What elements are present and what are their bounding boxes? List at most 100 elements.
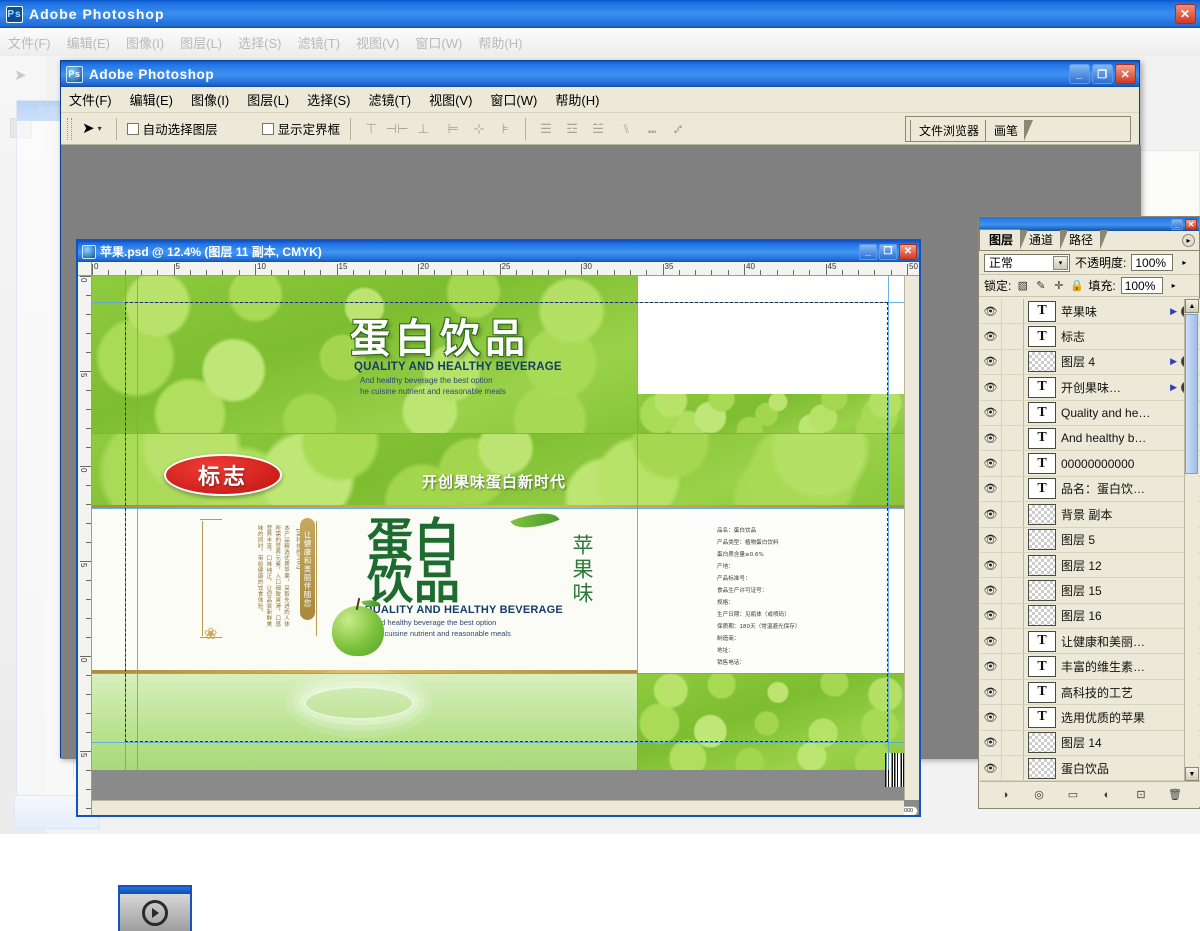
layer-visibility-toggle[interactable]: 👁 (980, 476, 1002, 502)
options-bar-grip[interactable] (67, 117, 72, 140)
layer-link-toggle[interactable] (1002, 324, 1024, 349)
layer-link-toggle[interactable] (1002, 552, 1024, 578)
opacity-slider-icon[interactable]: ▸ (1178, 254, 1191, 271)
distribute-left-edges-icon[interactable]: ⑊ (616, 119, 636, 138)
layer-visibility-toggle[interactable]: 👁 (980, 679, 1002, 705)
minimized-document-thumbnail[interactable] (118, 885, 192, 931)
guide-horizontal[interactable] (92, 673, 919, 674)
bg-menu-edit[interactable]: 编辑(E) (67, 33, 110, 52)
layer-row[interactable]: 👁蛋白饮品🔒 (980, 756, 1200, 781)
layer-link-toggle[interactable] (1002, 578, 1024, 603)
vertical-ruler[interactable]: 0 5 0 5 0 5 (78, 276, 92, 815)
lock-image-icon[interactable]: ✎ (1034, 279, 1047, 292)
lock-all-icon[interactable]: 🔒 (1070, 279, 1084, 292)
text-layer-icon[interactable]: T (1028, 427, 1056, 449)
doc-close-icon[interactable]: ✕ (899, 243, 917, 260)
checkbox-box[interactable] (126, 122, 139, 135)
adjustment-layer-icon[interactable]: ◐ (1099, 787, 1116, 803)
text-layer-icon[interactable]: T (1028, 326, 1056, 348)
menu-select[interactable]: 选择(S) (307, 90, 350, 109)
tab-layers[interactable]: 图层 (979, 229, 1029, 250)
lock-position-icon[interactable]: ✛ (1052, 279, 1065, 292)
checkbox-box[interactable] (261, 122, 274, 135)
opacity-input[interactable]: 100% (1131, 254, 1174, 271)
tab-brushes[interactable]: 画笔 (985, 119, 1034, 141)
menu-layer[interactable]: 图层(L) (247, 90, 289, 109)
layer-link-toggle[interactable] (1002, 603, 1024, 629)
menu-window[interactable]: 窗口(W) (490, 90, 537, 109)
layer-visibility-toggle[interactable]: 👁 (980, 603, 1002, 629)
align-bottom-edges-icon[interactable]: ⊥ (413, 119, 433, 138)
layer-visibility-toggle[interactable]: 👁 (980, 349, 1002, 375)
doc-minimize-icon[interactable]: _ (859, 243, 877, 260)
layer-row[interactable]: 👁 背景 副本 (980, 502, 1200, 528)
layer-link-toggle[interactable] (1002, 527, 1024, 552)
app-title-bar[interactable]: Ps Adobe Photoshop _ ❐ ✕ (61, 61, 1139, 87)
palette-menu-icon[interactable]: ▸ (1182, 234, 1195, 247)
palette-close-icon[interactable]: ✕ (1185, 218, 1197, 230)
close-icon[interactable]: ✕ (1115, 64, 1136, 84)
layer-row[interactable]: 👁图层 16🔒 (980, 603, 1200, 630)
scroll-up-icon[interactable]: ▲ (1185, 299, 1199, 313)
canvas-viewport[interactable]: 蛋白饮品 QUALITY AND HEALTHY BEVERAGE And he… (92, 276, 919, 815)
blend-mode-select[interactable]: 正常 ▾ (984, 253, 1070, 272)
text-layer-icon[interactable]: T (1028, 453, 1056, 475)
layer-thumbnail[interactable] (1028, 503, 1056, 525)
layer-visibility-toggle[interactable]: 👁 (980, 299, 1002, 324)
layer-visibility-toggle[interactable]: 👁 (980, 578, 1002, 603)
layer-link-toggle[interactable] (1002, 375, 1024, 400)
align-right-edges-icon[interactable]: ⊧ (495, 119, 515, 138)
layer-row[interactable]: 👁 图层 15 (980, 578, 1200, 604)
layer-visibility-toggle[interactable]: 👁 (980, 629, 1002, 654)
distribute-bottom-edges-icon[interactable]: ☱ (588, 119, 608, 138)
bg-menu-image[interactable]: 图像(I) (126, 33, 164, 52)
move-tool-button[interactable]: ➤ ▾ (78, 121, 106, 136)
auto-select-layer-checkbox[interactable]: 自动选择图层 (126, 119, 218, 138)
distribute-right-edges-icon[interactable]: ⑇ (668, 119, 688, 138)
chevron-down-icon[interactable]: ▾ (98, 124, 102, 133)
text-layer-icon[interactable]: T (1028, 706, 1056, 728)
layer-visibility-toggle[interactable]: 👁 (980, 400, 1002, 425)
layer-row[interactable]: 👁 T 丰富的维生素… (980, 654, 1200, 680)
layer-link-toggle[interactable] (1002, 299, 1024, 324)
fill-input[interactable]: 100% (1120, 277, 1163, 294)
layer-link-toggle[interactable] (1002, 654, 1024, 679)
layer-link-toggle[interactable] (1002, 451, 1024, 476)
distribute-vertical-centers-icon[interactable]: ☲ (562, 119, 582, 138)
layer-visibility-toggle[interactable]: 👁 (980, 502, 1002, 527)
chevron-right-icon[interactable]: ▶ (1170, 382, 1177, 393)
layer-link-toggle[interactable] (1002, 679, 1024, 705)
chevron-right-icon[interactable]: ▶ (1170, 356, 1177, 367)
layer-row[interactable]: 👁 T Quality and he… (980, 400, 1200, 426)
layer-row[interactable]: 👁 T 00000000000 (980, 451, 1200, 477)
new-layer-icon[interactable]: ⊡ (1133, 787, 1150, 803)
align-vertical-centers-icon[interactable]: ⊣⊢ (386, 119, 409, 138)
layer-visibility-toggle[interactable]: 👁 (980, 375, 1002, 400)
align-horizontal-centers-icon[interactable]: ⊹ (469, 119, 489, 138)
lock-transparency-icon[interactable]: ▧ (1016, 279, 1029, 292)
guide-horizontal[interactable] (92, 742, 919, 743)
layer-row[interactable]: 👁 图层 4 ▶ (980, 349, 1200, 376)
text-layer-icon[interactable]: T (1028, 376, 1056, 398)
horizontal-ruler[interactable]: 0 5 10 15 20 25 30 35 40 45 50 (92, 262, 919, 276)
layer-thumbnail[interactable] (1028, 605, 1056, 627)
guide-vertical[interactable] (637, 276, 638, 770)
layer-row[interactable]: 👁 图层 14 (980, 730, 1200, 757)
guide-vertical[interactable] (888, 276, 889, 770)
layer-list[interactable]: 👁 T 苹果味 ▶ 👁 T 标志 👁 图层 4 ▶ 👁 T 开创果味… ▶ 👁 T Quality and he… (980, 299, 1200, 781)
distribute-horizontal-centers-icon[interactable]: ⑉ (642, 119, 662, 138)
tab-channels[interactable]: 通道 (1020, 230, 1069, 250)
layer-link-toggle[interactable] (1002, 730, 1024, 756)
text-layer-icon[interactable]: T (1028, 681, 1056, 703)
document-vertical-scrollbar[interactable] (904, 276, 919, 800)
chevron-right-icon[interactable]: ▶ (1170, 306, 1177, 317)
layer-thumbnail[interactable] (1028, 579, 1056, 601)
layer-visibility-toggle[interactable]: 👁 (980, 324, 1002, 349)
bg-menu-view[interactable]: 视图(V) (356, 33, 399, 52)
layer-link-toggle[interactable] (1002, 502, 1024, 527)
layer-row[interactable]: 👁 图层 12 (980, 552, 1200, 579)
menu-view[interactable]: 视图(V) (429, 90, 472, 109)
text-layer-icon[interactable]: T (1028, 478, 1056, 500)
layer-thumbnail[interactable] (1028, 554, 1056, 576)
layer-row[interactable]: 👁 T 高科技的工艺 (980, 679, 1200, 706)
